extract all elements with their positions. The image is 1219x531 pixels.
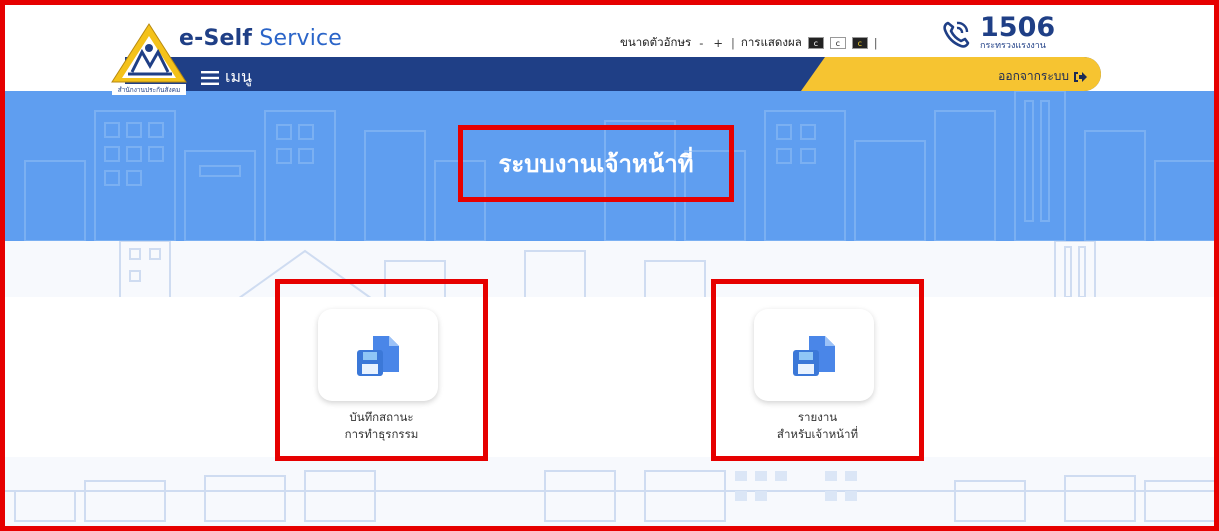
save-document-icon: [357, 336, 399, 376]
city-outline-illustration: [5, 241, 1214, 522]
page-title: ระบบงานเจ้าหน้าที่: [498, 150, 694, 178]
card-record-transaction-label: บันทึกสถานะ การทำธุรกรรม: [344, 410, 419, 441]
menu-button[interactable]: เมนู: [201, 65, 252, 90]
logout-label: ออกจากระบบ: [998, 69, 1069, 83]
logout-icon: [1074, 71, 1087, 82]
card-staff-report[interactable]: [754, 309, 874, 401]
font-size-label: ขนาดตัวอักษร: [620, 35, 692, 49]
card-staff-report-label: รายงาน สำหรับเจ้าหน้าที่: [776, 410, 859, 441]
brand-title: e-Self Service: [179, 26, 343, 51]
card-staff-report-highlight: รายงาน สำหรับเจ้าหน้าที่: [711, 279, 924, 461]
hero-title-highlight: ระบบงานเจ้าหน้าที่: [458, 125, 734, 202]
page-frame: e-Self Service ขนาดตัวอักษร - + | การแสด…: [0, 0, 1219, 531]
hamburger-icon: [201, 70, 219, 85]
display-label: การแสดงผล: [740, 35, 802, 49]
card-record-transaction-highlight: บันทึกสถานะ การทำธุรกรรม: [275, 279, 488, 461]
phone-icon: [943, 21, 970, 48]
divider: |: [873, 36, 878, 50]
hotline-number: 1506: [980, 12, 1056, 43]
card-record-transaction[interactable]: [318, 309, 438, 401]
navbar: เมนู ออกจากระบบ: [125, 57, 1101, 91]
hero-banner: ระบบงานเจ้าหน้าที่: [5, 91, 1214, 241]
hotline-ministry: กระทรวงแรงงาน: [980, 41, 1046, 51]
hotline[interactable]: 1506 กระทรวงแรงงาน: [940, 12, 1056, 52]
accessibility-toolbar: ขนาดตัวอักษร - + | การแสดงผล c c c |: [620, 34, 878, 52]
logout-button[interactable]: ออกจากระบบ: [998, 67, 1087, 86]
contrast-yellow-button[interactable]: c: [851, 37, 868, 49]
content-area: บันทึกสถานะ การทำธุรกรรม รายงาน สำหรับเจ…: [5, 241, 1214, 526]
logo-caption: สำนักงานประกันสังคม: [118, 86, 181, 94]
save-document-icon: [793, 336, 835, 376]
font-increase-button[interactable]: +: [711, 36, 725, 50]
sso-logo[interactable]: สำนักงานประกันสังคม: [110, 22, 188, 96]
contrast-light-button[interactable]: c: [829, 37, 846, 49]
menu-label: เมนู: [225, 67, 252, 86]
sso-logo-icon: สำนักงานประกันสังคม: [111, 23, 187, 95]
divider: |: [731, 36, 735, 50]
font-decrease-button[interactable]: -: [697, 36, 705, 50]
contrast-normal-button[interactable]: c: [807, 37, 824, 49]
